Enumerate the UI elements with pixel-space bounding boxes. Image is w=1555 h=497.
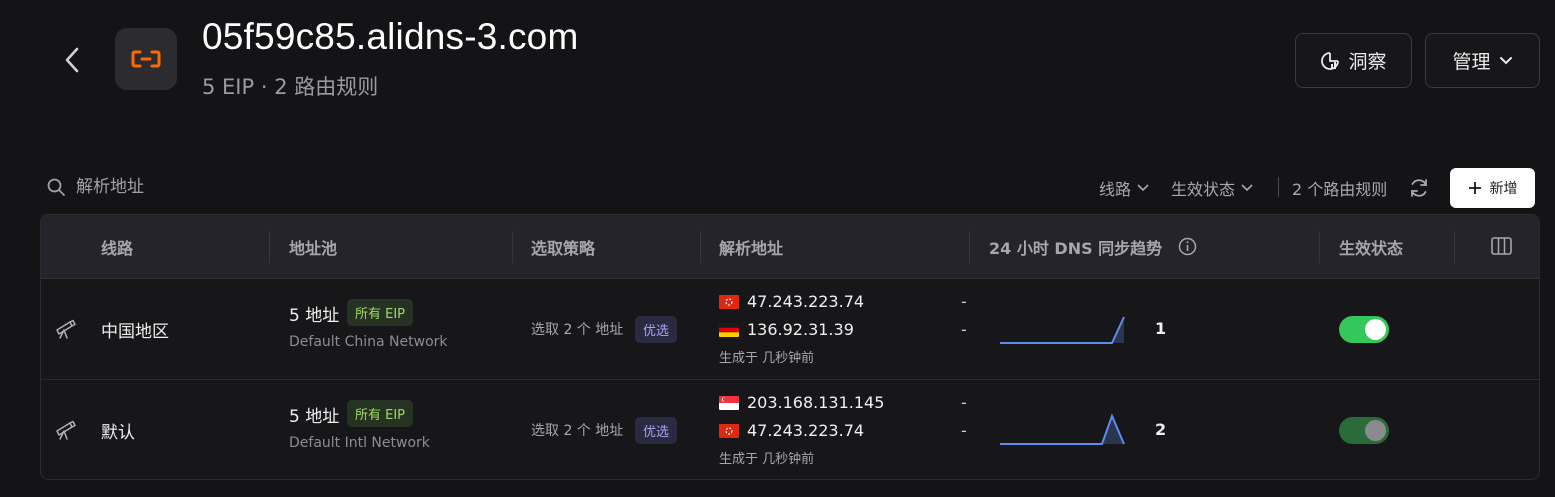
all-eip-tag: 所有 EIP <box>347 299 414 326</box>
toggle-knob <box>1365 420 1386 441</box>
column-divider <box>700 231 701 263</box>
resolved-ip[interactable]: 136.92.31.39 <box>719 320 854 339</box>
ip-address: 47.243.223.74 <box>747 292 865 311</box>
page-subtitle: 5 EIP · 2 路由规则 <box>202 75 379 99</box>
dns-trend-sparkline <box>1000 316 1125 344</box>
sync-dash: - <box>961 421 967 440</box>
table-header: 线路 地址池 选取策略 解析地址 24 小时 DNS 同步趋势 生效状态 <box>41 215 1539 279</box>
generated-time: 生成于 几秒钟前 <box>719 452 815 467</box>
ip-address: 47.243.223.74 <box>747 421 865 440</box>
sync-dash: - <box>961 292 967 311</box>
table-row[interactable]: 中国地区 5 地址 所有 EIP Default China Network 选… <box>41 279 1539 380</box>
column-divider <box>1319 231 1320 263</box>
route-filter[interactable]: 线路 <box>1099 176 1149 200</box>
manage-button[interactable]: 管理 <box>1425 33 1540 88</box>
search-icon <box>47 178 65 196</box>
preferred-tag: 优选 <box>635 417 678 444</box>
hong-kong-flag-icon <box>719 423 739 438</box>
resolved-ip[interactable]: 47.243.223.74 <box>719 292 864 311</box>
column-divider <box>269 231 270 263</box>
resolved-ip[interactable]: 47.243.223.74 <box>719 421 864 440</box>
telescope-icon <box>56 319 76 339</box>
ip-address: 136.92.31.39 <box>747 320 854 339</box>
status-filter-label: 生效状态 <box>1171 180 1236 199</box>
toolbar-divider <box>1278 177 1279 197</box>
trend-value: 1 <box>1155 319 1167 338</box>
all-eip-tag: 所有 EIP <box>347 400 414 427</box>
chevron-down-icon <box>1137 184 1149 192</box>
column-header-address[interactable]: 解析地址 <box>719 235 783 259</box>
column-header-route[interactable]: 线路 <box>101 235 133 259</box>
toggle-knob <box>1365 319 1386 340</box>
rule-count: 2 个路由规则 <box>1292 180 1388 199</box>
manage-label: 管理 <box>1452 51 1491 73</box>
sync-dash: - <box>961 320 967 339</box>
chevron-down-icon <box>1241 184 1253 192</box>
telescope-icon <box>56 420 76 440</box>
insight-label: 洞察 <box>1348 51 1387 73</box>
chevron-down-icon <box>1499 56 1512 64</box>
pool-network: Default Intl Network <box>289 435 430 451</box>
routing-rules-table: 线路 地址池 选取策略 解析地址 24 小时 DNS 同步趋势 生效状态 中国地… <box>40 214 1540 480</box>
add-label: 新增 <box>1489 181 1518 197</box>
status-toggle[interactable] <box>1339 316 1389 343</box>
preferred-tag: 优选 <box>635 316 678 343</box>
singapore-flag-icon <box>719 395 739 410</box>
column-header-status[interactable]: 生效状态 <box>1339 235 1403 259</box>
search-input[interactable] <box>74 176 298 198</box>
add-rule-button[interactable]: 新增 <box>1450 168 1535 208</box>
route-name: 中国地区 <box>101 322 169 342</box>
table-row[interactable]: 默认 5 地址 所有 EIP Default Intl Network 选取 2… <box>41 380 1539 479</box>
sync-dash: - <box>961 393 967 412</box>
column-header-trend[interactable]: 24 小时 DNS 同步趋势 <box>989 235 1162 259</box>
insight-button[interactable]: 洞察 <box>1295 33 1412 88</box>
pool-count: 5 地址 <box>289 306 340 326</box>
selection-strategy: 选取 2 个 地址 <box>531 423 624 439</box>
column-divider <box>969 231 970 263</box>
germany-flag-icon <box>719 322 739 337</box>
resolved-ip[interactable]: 203.168.131.145 <box>719 393 884 412</box>
insight-icon <box>1321 51 1340 70</box>
selection-strategy: 选取 2 个 地址 <box>531 322 624 338</box>
column-divider <box>512 231 513 263</box>
route-filter-label: 线路 <box>1099 180 1132 199</box>
column-header-strategy[interactable]: 选取策略 <box>531 235 595 259</box>
refresh-icon <box>1411 179 1427 197</box>
generated-time: 生成于 几秒钟前 <box>719 351 815 366</box>
pool-network: Default China Network <box>289 334 448 350</box>
back-button[interactable] <box>58 45 86 75</box>
route-name: 默认 <box>101 423 135 443</box>
pool-count: 5 地址 <box>289 407 340 427</box>
status-filter[interactable]: 生效状态 <box>1171 176 1253 200</box>
status-toggle[interactable] <box>1339 417 1389 444</box>
refresh-button[interactable] <box>1408 177 1430 199</box>
columns-icon[interactable] <box>1491 237 1512 255</box>
back-icon <box>65 47 79 73</box>
column-header-pool[interactable]: 地址池 <box>289 235 337 259</box>
alicloud-logo-icon <box>131 50 161 68</box>
provider-logo <box>115 28 177 90</box>
dns-trend-sparkline <box>1000 413 1125 445</box>
info-icon[interactable] <box>1178 237 1197 256</box>
ip-address: 203.168.131.145 <box>747 393 885 412</box>
trend-value: 2 <box>1155 420 1167 439</box>
page-title: 05f59c85.alidns-3.com <box>202 16 579 57</box>
search-box[interactable] <box>46 174 298 200</box>
column-divider <box>1454 231 1455 263</box>
plus-icon <box>1468 182 1481 194</box>
hong-kong-flag-icon <box>719 294 739 309</box>
